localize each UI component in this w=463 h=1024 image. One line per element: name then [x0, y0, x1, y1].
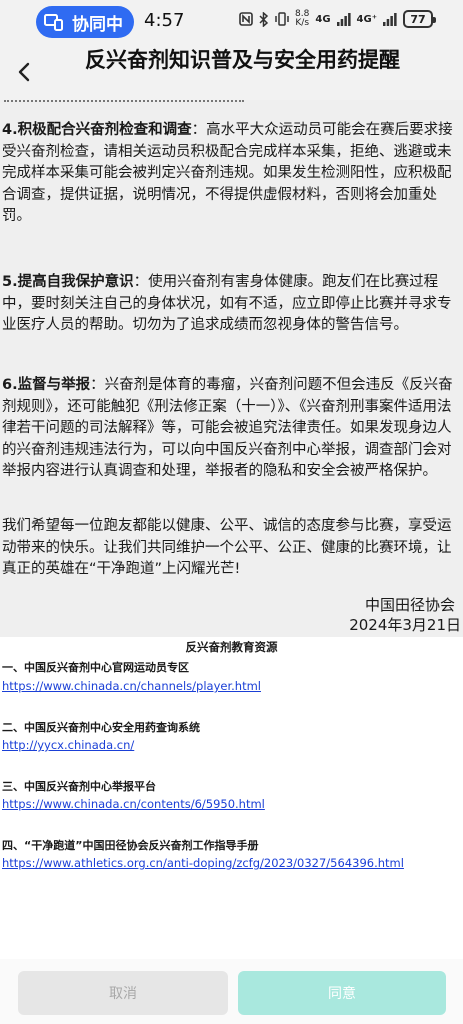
vibrate-icon	[275, 12, 289, 26]
resource-heading: 三、中国反兴奋剂中心举报平台	[2, 780, 156, 793]
action-bar: 取消 同意	[0, 959, 463, 1024]
network-type-1: 4G	[315, 13, 331, 25]
bluetooth-icon	[259, 11, 269, 27]
paragraph-6-heading: 6.监督与举报	[2, 377, 91, 393]
paragraph-6: 6.监督与举报：兴奋剂是体育的毒瘤，兴奋剂问题不但会违反《反兴奋剂规则》，还可能…	[2, 375, 460, 483]
speed-unit: K/s	[295, 18, 310, 28]
network-type-2: 4G⁺	[356, 13, 377, 25]
signal-icon	[336, 13, 351, 26]
back-arrow-icon	[18, 62, 30, 82]
resources-title: 反兴奋剂教育资源	[185, 640, 278, 654]
sync-status-pill[interactable]: 协同中	[36, 6, 134, 38]
resource-link[interactable]: https://www.athletics.org.cn/anti-doping…	[2, 856, 404, 870]
resource-heading: 四、“干净跑道”中国田径协会反兴奋剂工作指导手册	[2, 839, 259, 852]
signature-date: 2024年3月21日	[349, 616, 461, 634]
status-icons: 8.8 K/s 4G 4G⁺ 77	[239, 10, 436, 28]
paragraph-4-heading: 4.积极配合兴奋剂检查和调查	[2, 122, 192, 138]
resource-heading: 一、中国反兴奋剂中心官网运动员专区	[2, 661, 189, 674]
collaboration-icon	[44, 14, 63, 31]
cancel-button[interactable]: 取消	[18, 971, 228, 1015]
back-button[interactable]	[10, 56, 38, 88]
signature-organization: 中国田径协会	[364, 596, 455, 614]
status-time: 4:57	[144, 10, 185, 31]
resource-link[interactable]: http://yycx.chinada.cn/	[2, 738, 134, 752]
resource-link[interactable]: https://www.chinada.cn/contents/6/5950.h…	[2, 797, 265, 811]
paragraph-5: 5.提高自我保护意识：使用兴奋剂有害身体健康。跑友们在比赛过程中，要时刻关注自己…	[2, 272, 460, 337]
nfc-icon	[239, 12, 253, 26]
closing-paragraph: 我们希望每一位跑友都能以健康、公平、诚信的态度参与比赛，享受运动带来的快乐。让我…	[2, 518, 452, 578]
resource-link[interactable]: https://www.chinada.cn/channels/player.h…	[2, 679, 261, 693]
paragraph-4: 4.积极配合兴奋剂检查和调查：高水平大众运动员可能会在赛后要求接受兴奋剂检查，请…	[2, 120, 460, 228]
page-title: 反兴奋剂知识普及与安全用药提醒	[85, 48, 400, 72]
agree-button[interactable]: 同意	[238, 971, 446, 1015]
status-bar: 协同中 4:57 8.8 K/s 4G 4G⁺ 77	[0, 0, 463, 44]
notice-document[interactable]: 4.积极配合兴奋剂检查和调查：高水平大众运动员可能会在赛后要求接受兴奋剂检查，请…	[0, 100, 463, 637]
sync-label: 协同中	[72, 14, 123, 35]
network-speed: 8.8 K/s	[295, 10, 309, 28]
app-header: 反兴奋剂知识普及与安全用药提醒	[0, 44, 463, 100]
signal-icon	[383, 13, 397, 26]
resource-heading: 二、中国反兴奋剂中心安全用药查询系统	[2, 721, 200, 734]
clipped-text-line	[4, 100, 244, 104]
education-resources: 反兴奋剂教育资源 一、中国反兴奋剂中心官网运动员专区 https://www.c…	[0, 637, 463, 959]
battery-icon: 77	[403, 10, 436, 28]
battery-level: 77	[410, 12, 426, 26]
paragraph-5-heading: 5.提高自我保护意识	[2, 274, 134, 290]
